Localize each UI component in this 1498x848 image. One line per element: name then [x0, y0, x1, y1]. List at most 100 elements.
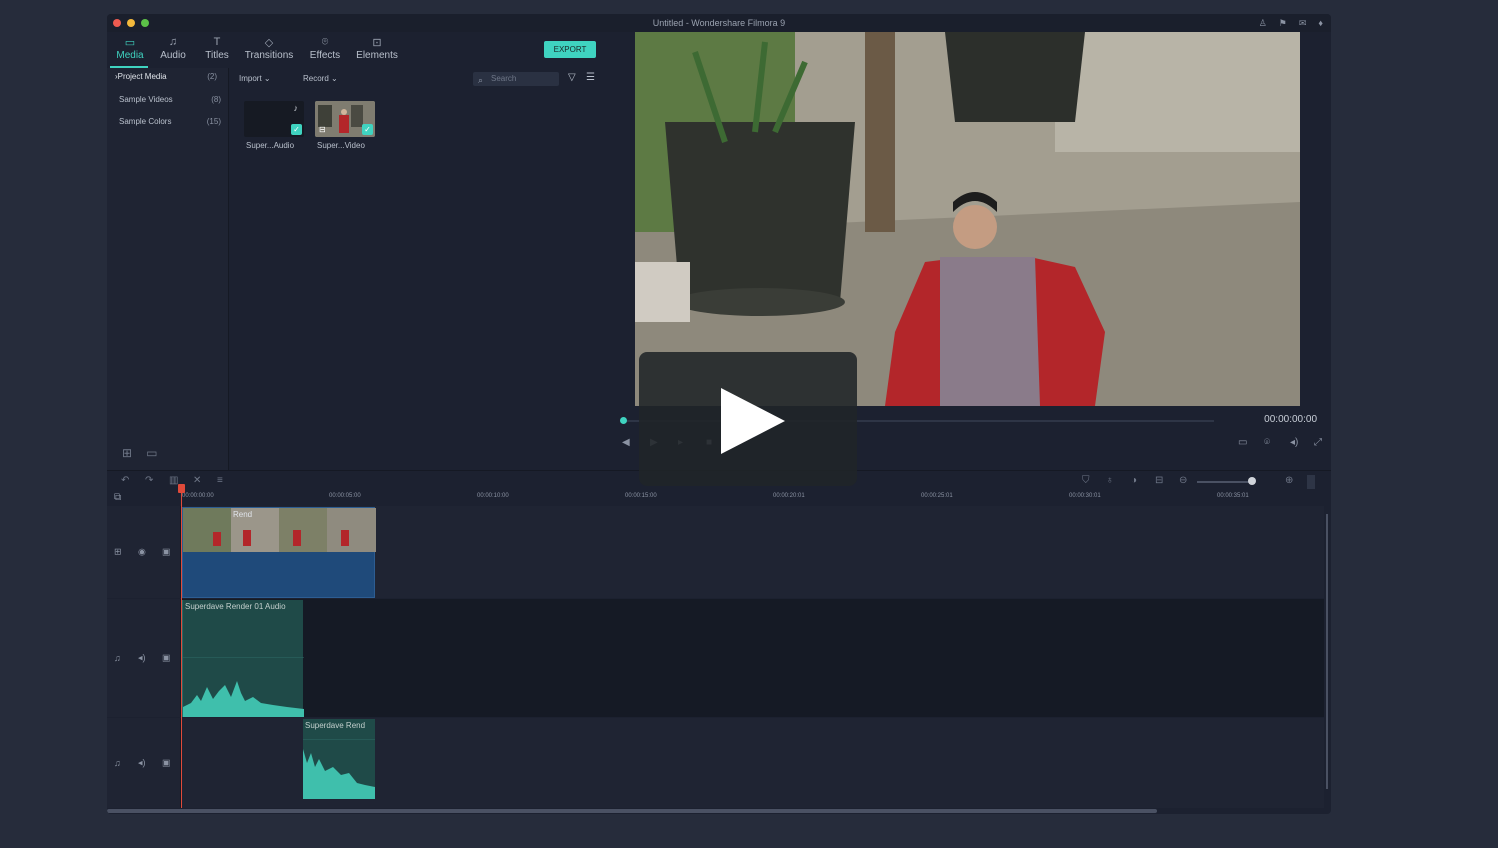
undo-icon[interactable]: ↶: [121, 475, 129, 486]
music-note-icon: ♫: [114, 758, 121, 768]
preview-timecode: 00:00:00:00: [1264, 414, 1317, 425]
cut-icon[interactable]: ✕: [193, 475, 201, 486]
text-icon: T: [213, 36, 221, 48]
video-play-overlay[interactable]: [639, 352, 857, 486]
filter-icon[interactable]: ▽: [568, 72, 576, 83]
feedback-icon[interactable]: ✉: [1299, 18, 1307, 29]
lock-icon[interactable]: ▣: [162, 653, 171, 664]
audio-clip-2[interactable]: Superdave Rend: [303, 719, 375, 799]
check-icon: ✓: [362, 124, 373, 135]
ruler-tick-label: 00:00:35:01: [1217, 493, 1249, 499]
music-note-icon: ♫: [114, 653, 121, 663]
zoom-in-icon[interactable]: ⊕: [1285, 475, 1293, 486]
speaker-icon[interactable]: ◂): [138, 653, 146, 664]
audio-track-1-lane[interactable]: [181, 599, 1324, 717]
search-icon: ⌕: [478, 75, 484, 85]
audio-waveform: [183, 657, 304, 717]
zoom-slider-handle[interactable]: [1248, 477, 1256, 485]
ruler-tick-label: 00:00:10:00: [477, 493, 509, 499]
fullscreen-icon[interactable]: ⤢: [1314, 437, 1322, 448]
effects-icon: ⌾: [321, 36, 329, 48]
audio-track-1-header: ♫ ◂) ▣: [107, 599, 181, 717]
ruler-tick-label: 00:00:05:00: [329, 493, 361, 499]
speaker-icon[interactable]: ◂): [138, 758, 146, 769]
eye-icon[interactable]: ◉: [138, 547, 146, 558]
playhead[interactable]: [181, 486, 182, 808]
mixer-icon[interactable]: ◑: [1131, 475, 1137, 486]
folder-icon: ▭: [124, 37, 136, 49]
media-toolbar: Import ⌄ Record ⌄ ⌕ Search ▽ ☰: [230, 68, 604, 90]
previous-frame-icon[interactable]: ◀: [622, 437, 630, 448]
window-title: Untitled - Wondershare Filmora 9: [652, 18, 786, 28]
delete-folder-icon[interactable]: ▭: [146, 446, 157, 460]
scrub-handle[interactable]: [620, 417, 627, 424]
media-thumb-caption: Super...Video: [317, 141, 365, 150]
music-note-icon: ♪: [293, 103, 299, 113]
media-thumb-audio[interactable]: ♪ ✓: [244, 101, 304, 137]
ruler-tick-label: 00:00:20:01: [773, 493, 805, 499]
video-clip-title: Rend: [233, 510, 253, 519]
video-frame-image: [635, 32, 1300, 406]
audio-clip-title: Superdave Render 01 Audio: [185, 602, 286, 611]
chevron-down-icon: ⌄: [331, 74, 338, 83]
audio-track-2-header: ♫ ◂) ▣: [107, 718, 181, 808]
new-folder-icon[interactable]: ⊞: [122, 446, 132, 460]
ruler-tick-label: 00:00:25:01: [921, 493, 953, 499]
music-note-icon: ♫: [168, 36, 178, 48]
zoom-out-icon[interactable]: ⊖: [1179, 475, 1187, 486]
record-dropdown[interactable]: Record ⌄: [303, 74, 338, 83]
tab-audio[interactable]: ♫ Audio: [157, 36, 189, 61]
video-track-header: ⊞ ◉ ▣: [107, 506, 181, 598]
sidebar-item-sample-videos[interactable]: Sample Videos (8): [119, 95, 221, 104]
video-clip-filmstrip: [183, 508, 376, 552]
render-preview-icon[interactable]: ▭: [1238, 437, 1247, 448]
tab-elements[interactable]: ⊡ Elements: [355, 36, 399, 61]
title-bar: Untitled - Wondershare Filmora 9 ♙ ⚑ ✉ ♦: [107, 14, 1331, 32]
preview-video[interactable]: [635, 32, 1300, 406]
timeline-vertical-scrollbar[interactable]: [1326, 514, 1328, 789]
microphone-icon[interactable]: ♁: [1106, 475, 1114, 486]
play-icon: [721, 388, 785, 454]
ruler-tick-label: 00:00:00:00: [182, 493, 214, 499]
import-dropdown[interactable]: Import ⌄: [239, 74, 271, 83]
video-track-icon: ⊞: [114, 546, 122, 557]
lock-icon[interactable]: ▣: [162, 547, 171, 558]
ruler-tick-label: 00:00:30:01: [1069, 493, 1101, 499]
split-screen-icon[interactable]: ⊟: [1155, 475, 1163, 486]
panel-toggle-icon[interactable]: [1307, 475, 1315, 489]
timeline-horizontal-scrollbar[interactable]: [107, 809, 1157, 813]
tab-effects[interactable]: ⌾ Effects: [307, 36, 343, 61]
media-thumb-video[interactable]: ⊟ ✓: [315, 101, 375, 137]
account-icon[interactable]: ♙: [1259, 18, 1267, 29]
audio-clip-1[interactable]: Superdave Render 01 Audio: [182, 600, 304, 717]
redo-icon[interactable]: ↷: [145, 475, 153, 486]
add-track-icon[interactable]: ⧉: [114, 492, 121, 503]
sidebar-item-project-media[interactable]: ›Project Media (2): [115, 72, 217, 81]
export-button[interactable]: EXPORT: [544, 41, 596, 58]
audio-waveform: [303, 739, 375, 799]
search-input[interactable]: ⌕ Search: [473, 72, 559, 86]
marker-icon[interactable]: ⛉: [1082, 475, 1090, 486]
media-thumb-caption: Super...Audio: [246, 141, 295, 150]
elements-icon: ⊡: [372, 37, 382, 49]
notification-icon[interactable]: ♦: [1318, 18, 1323, 29]
volume-icon[interactable]: ◂): [1290, 437, 1298, 448]
snapshot-icon[interactable]: ⌾: [1264, 437, 1270, 448]
media-sidebar: ›Project Media (2) Sample Videos (8) Sam…: [107, 68, 229, 470]
playhead-handle[interactable]: [178, 484, 185, 493]
transitions-icon: ◇: [264, 37, 274, 49]
tab-transitions[interactable]: ◇ Transitions: [243, 36, 295, 61]
media-library: Import ⌄ Record ⌄ ⌕ Search ▽ ☰ ♪ ✓ Super…: [230, 68, 604, 470]
tab-titles[interactable]: T Titles: [201, 36, 233, 61]
zoom-slider[interactable]: [1197, 481, 1255, 483]
tab-media[interactable]: ▭ Media: [113, 36, 147, 61]
list-view-icon[interactable]: ☰: [586, 72, 595, 83]
ruler-tick-label: 00:00:15:00: [625, 493, 657, 499]
adjust-icon[interactable]: ≡: [217, 475, 223, 486]
library-tabs: ▭ Media ♫ Audio T Titles ◇ Transitions ⌾…: [107, 32, 604, 68]
timeline-ruler[interactable]: ⧉ 00:00:00:00 00:00:05:00 00:00:10:00 00…: [107, 492, 1331, 506]
sidebar-item-sample-colors[interactable]: Sample Colors (15): [119, 117, 221, 126]
cart-icon[interactable]: ⚑: [1279, 18, 1287, 29]
lock-icon[interactable]: ▣: [162, 758, 171, 769]
video-clip[interactable]: Rend: [182, 507, 376, 598]
